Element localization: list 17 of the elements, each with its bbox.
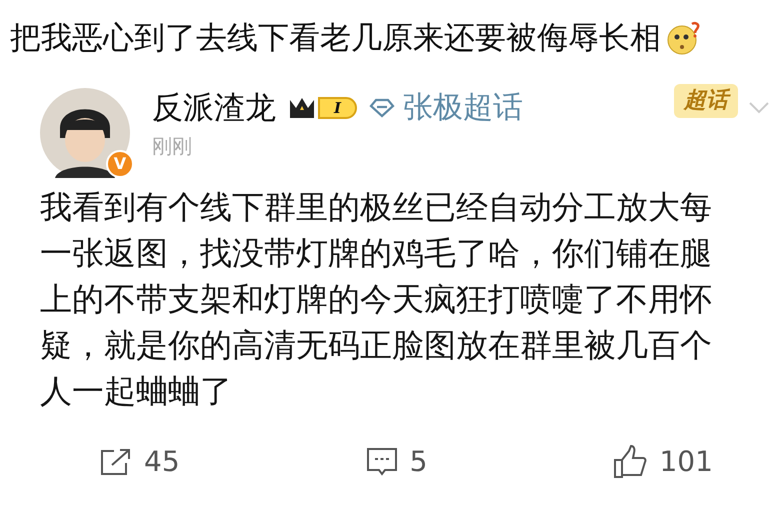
post-body: 我看到有个线下群里的极丝已经自动分工放大每一张返图，找没带灯牌的鸡毛了哈，你们铺在腿上的不带支架和灯牌的今天疯狂打喷嚏了不用怀疑，就是你的高清无码正脸图放在群里被几百个人一起蛐蛐了 bbox=[39, 187, 713, 412]
caption: 把我恶心到了去线下看老几原来还要被侮辱长相 bbox=[10, 19, 661, 58]
thumbs-up-icon bbox=[613, 445, 648, 479]
action-count: 5 bbox=[410, 444, 428, 480]
post-time: 刚刚 bbox=[152, 133, 193, 160]
crown-icon bbox=[288, 96, 316, 120]
chevron-down-icon[interactable] bbox=[748, 101, 770, 115]
topic-link[interactable]: 张极超话 bbox=[403, 88, 524, 128]
diamond-icon bbox=[369, 98, 396, 118]
topic-tag[interactable]: 超话 bbox=[674, 84, 738, 118]
confused-face-icon bbox=[665, 20, 701, 56]
comment-icon bbox=[366, 447, 398, 477]
author-name[interactable]: 反派渣龙 bbox=[152, 88, 276, 128]
level-badge: I bbox=[318, 97, 358, 119]
action-count: 101 bbox=[659, 444, 713, 480]
share-icon bbox=[100, 448, 132, 476]
action-count: 45 bbox=[144, 444, 180, 480]
